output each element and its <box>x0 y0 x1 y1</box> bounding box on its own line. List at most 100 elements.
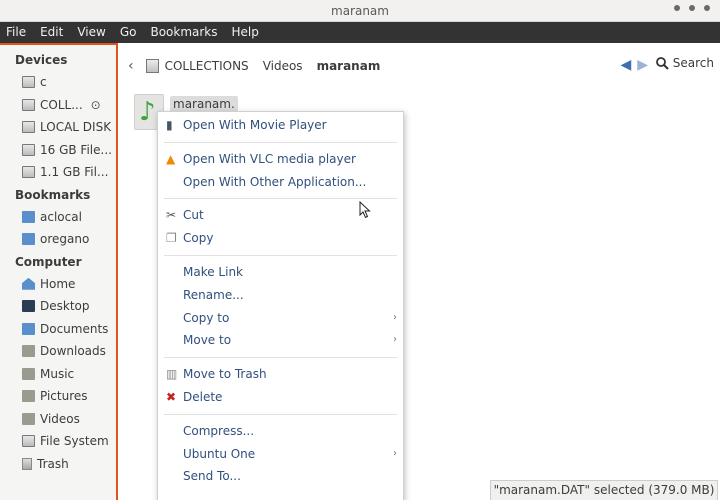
menu-ubuntu-one[interactable]: Ubuntu One › <box>158 443 403 466</box>
sidebar-item-downloads[interactable]: Downloads <box>0 340 116 363</box>
breadcrumb-maranam[interactable]: maranam <box>317 59 381 73</box>
sidebar-item-label: oregano <box>40 232 90 246</box>
menu-rename[interactable]: Rename... <box>158 284 403 307</box>
sidebar-item-videos[interactable]: Videos <box>0 408 116 431</box>
submenu-arrow-icon: › <box>393 447 397 459</box>
sidebar: Devices c COLL... ⊙ LOCAL DISK 16 GB Fil… <box>0 43 118 500</box>
back-chevron-icon[interactable]: ‹ <box>128 58 134 74</box>
title-bar: maranam <box>0 0 720 22</box>
sidebar-item-home[interactable]: Home <box>0 273 116 296</box>
sidebar-item-file-system[interactable]: File System <box>0 430 116 453</box>
window-dot-icon[interactable] <box>704 5 710 11</box>
breadcrumb-collections[interactable]: COLLECTIONS <box>145 58 249 73</box>
menu-open-movie-player[interactable]: ▮ Open With Movie Player <box>158 114 403 137</box>
sidebar-item-aclocal[interactable]: aclocal <box>0 206 116 229</box>
sidebar-item-music[interactable]: Music <box>0 363 116 386</box>
path-bar: ‹ COLLECTIONS Videos maranam ◀ ▶ Search <box>120 43 720 88</box>
folder-icon <box>22 210 35 223</box>
submenu-arrow-icon: › <box>393 311 397 323</box>
menu-item-label: Copy to <box>183 310 230 325</box>
context-menu: ▮ Open With Movie Player ▲ Open With VLC… <box>157 111 404 500</box>
breadcrumb-label: COLLECTIONS <box>164 58 249 73</box>
menu-edit[interactable]: Edit <box>33 22 70 43</box>
back-arrow-icon[interactable]: ◀ <box>620 57 631 73</box>
home-icon <box>22 277 35 290</box>
menu-help[interactable]: Help <box>225 22 266 43</box>
menu-open-vlc[interactable]: ▲ Open With VLC media player <box>158 148 403 171</box>
desktop-icon <box>22 300 35 313</box>
menu-separator <box>164 198 397 200</box>
sidebar-heading-devices: Devices <box>15 53 68 67</box>
menu-bookmarks[interactable]: Bookmarks <box>143 22 224 43</box>
menu-go[interactable]: Go <box>113 22 144 43</box>
vlc-cone-icon: ▲ <box>166 151 176 166</box>
eject-icon[interactable]: ⊙ <box>91 94 101 117</box>
menu-item-label: Copy <box>183 231 214 246</box>
sidebar-item-label: 1.1 GB Fil... <box>40 165 109 179</box>
sidebar-item-desktop[interactable]: Desktop <box>0 295 116 318</box>
menu-copy-to[interactable]: Copy to › <box>158 307 403 330</box>
menu-separator <box>164 357 397 359</box>
folder-icon <box>22 367 35 380</box>
menu-copy[interactable]: ❐ Copy <box>158 227 403 250</box>
folder-icon <box>22 390 35 403</box>
sidebar-item-documents[interactable]: Documents <box>0 318 116 341</box>
delete-x-icon: ✖ <box>166 389 177 404</box>
search-button[interactable]: Search <box>655 56 714 70</box>
forward-arrow-icon[interactable]: ▶ <box>637 57 648 73</box>
sidebar-item-label: File System <box>40 434 109 448</box>
menu-item-label: Delete <box>183 389 223 404</box>
sidebar-item-label: LOCAL DISK <box>40 120 112 134</box>
sidebar-item-label: Desktop <box>40 299 90 313</box>
music-note-icon: ♪ <box>139 97 156 127</box>
menu-item-label: Send To... <box>183 469 241 484</box>
sidebar-item-label: COLL... <box>40 97 83 112</box>
menu-move-to-trash[interactable]: ▥ Move to Trash <box>158 363 403 386</box>
folder-icon <box>22 412 35 425</box>
window-dot-icon[interactable] <box>689 5 695 11</box>
search-label: Search <box>672 56 714 70</box>
sidebar-item-label: Downloads <box>40 344 106 358</box>
sidebar-item-pictures[interactable]: Pictures <box>0 385 116 408</box>
sidebar-item-label: 16 GB File... <box>40 142 112 157</box>
submenu-arrow-icon: › <box>393 334 397 346</box>
menu-move-to[interactable]: Move to › <box>158 329 403 352</box>
window-controls[interactable] <box>674 5 710 11</box>
sidebar-item-local-disk[interactable]: LOCAL DISK <box>0 116 116 139</box>
sidebar-item-16gb[interactable]: 16 GB File... <box>0 139 116 162</box>
sidebar-item-label: c <box>40 75 47 89</box>
scissors-icon: ✂ <box>166 208 177 223</box>
sidebar-item-collections[interactable]: COLL... ⊙ <box>0 94 116 117</box>
menu-item-label: Compress... <box>183 423 255 438</box>
menu-open-other[interactable]: Open With Other Application... <box>158 171 403 194</box>
menu-send-to[interactable]: Send To... <box>158 465 403 488</box>
menu-bar: File Edit View Go Bookmarks Help <box>0 22 720 43</box>
window-dot-icon[interactable] <box>674 5 680 11</box>
file-name-label[interactable]: maranam. <box>170 96 238 112</box>
menu-item-label: Move to Trash <box>183 367 267 382</box>
menu-separator <box>164 141 397 143</box>
menu-item-label: Move to <box>183 333 232 348</box>
menu-view[interactable]: View <box>70 22 112 43</box>
menu-separator <box>164 413 397 415</box>
breadcrumb-videos[interactable]: Videos <box>263 59 303 73</box>
menu-make-link[interactable]: Make Link <box>158 261 403 284</box>
sidebar-item-1gb[interactable]: 1.1 GB Fil... <box>0 161 116 184</box>
window-title: maranam <box>331 4 389 18</box>
drive-icon <box>22 143 35 156</box>
sidebar-item-label: Videos <box>40 411 80 426</box>
sidebar-item-label: Documents <box>40 321 109 336</box>
copy-icon: ❐ <box>166 231 177 246</box>
folder-icon <box>22 233 35 246</box>
menu-delete[interactable]: ✖ Delete <box>158 386 403 409</box>
sidebar-item-oregano[interactable]: oregano <box>0 228 116 251</box>
drive-icon <box>145 58 159 73</box>
menu-file[interactable]: File <box>0 22 33 43</box>
nav-arrows: ◀ ▶ <box>620 57 648 73</box>
status-bar: "maranam.DAT" selected (379.0 MB) <box>490 480 718 500</box>
menu-item-label: Cut <box>183 208 204 223</box>
sidebar-item-trash[interactable]: Trash <box>0 453 116 476</box>
sidebar-item-c[interactable]: c <box>0 71 116 94</box>
menu-compress[interactable]: Compress... <box>158 420 403 443</box>
sidebar-item-label: Pictures <box>40 389 88 403</box>
